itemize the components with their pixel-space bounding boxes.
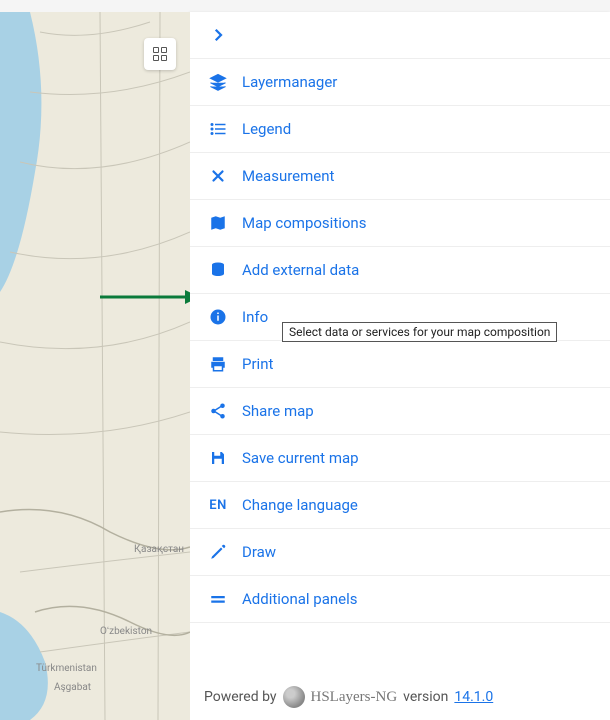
- footer-powered-by: Powered by: [204, 689, 277, 705]
- map-area[interactable]: Қазақстан Oʻzbekiston Türkmenistan Aşgab…: [0, 12, 190, 720]
- share-icon: [206, 402, 230, 420]
- sidebar-item-label: Change language: [242, 496, 358, 514]
- app-container: Қазақстан Oʻzbekiston Türkmenistan Aşgab…: [0, 12, 610, 720]
- sidebar-item-share-map[interactable]: Share map: [190, 388, 610, 435]
- sidebar-item-label: Map compositions: [242, 214, 366, 232]
- grid-icon: [153, 47, 167, 61]
- info-icon: [206, 308, 230, 326]
- top-bar: [0, 0, 610, 12]
- sidebar-item-additional-panels[interactable]: Additional panels: [190, 576, 610, 623]
- sidebar-item-map-compositions[interactable]: Map compositions: [190, 200, 610, 247]
- map-icon: [206, 214, 230, 232]
- sidebar-collapse[interactable]: [190, 12, 610, 59]
- sidebar-item-layermanager[interactable]: Layermanager: [190, 59, 610, 106]
- tooltip-add-external-data: Select data or services for your map com…: [282, 322, 557, 342]
- sidebar-item-label: Print: [242, 355, 273, 373]
- sidebar-item-legend[interactable]: Legend: [190, 106, 610, 153]
- map-label-ashgabat: Aşgabat: [54, 682, 91, 693]
- sidebar-item-print[interactable]: Print: [190, 341, 610, 388]
- sidebar-item-label: Save current map: [242, 449, 359, 467]
- save-icon: [206, 449, 230, 467]
- footer-logo-icon: [283, 686, 305, 708]
- map-label-kazakhstan: Қазақстан: [134, 544, 184, 555]
- sidebar-item-label: Measurement: [242, 167, 334, 185]
- close-x-icon: [206, 167, 230, 185]
- map-label-turkmenistan: Türkmenistan: [36, 663, 97, 674]
- layers-icon: [206, 73, 230, 91]
- sidebar: Layermanager Legend Measurement Map comp…: [190, 12, 610, 720]
- sidebar-item-label: Layermanager: [242, 73, 337, 91]
- footer-version-label: version: [403, 689, 448, 705]
- pencil-icon: [206, 543, 230, 561]
- sidebar-item-label: Legend: [242, 120, 291, 138]
- sidebar-item-save-map[interactable]: Save current map: [190, 435, 610, 482]
- map-svg: [0, 12, 190, 720]
- sidebar-item-label: Add external data: [242, 261, 359, 279]
- sidebar-item-label: Draw: [242, 543, 276, 561]
- footer: Powered by HSLayers-NG version 14.1.0: [190, 674, 610, 720]
- print-icon: [206, 355, 230, 373]
- menu-icon: [206, 590, 230, 608]
- widgets-button[interactable]: [144, 38, 176, 70]
- sidebar-item-measurement[interactable]: Measurement: [190, 153, 610, 200]
- database-icon: [206, 261, 230, 279]
- map-label-uzbekistan: Oʻzbekiston: [100, 626, 152, 637]
- sidebar-item-draw[interactable]: Draw: [190, 529, 610, 576]
- chevron-right-icon: [206, 26, 230, 44]
- sidebar-item-change-language[interactable]: EN Change language: [190, 482, 610, 529]
- language-en-icon: EN: [206, 498, 230, 513]
- list-icon: [206, 120, 230, 138]
- footer-brand: HSLayers-NG: [311, 689, 398, 706]
- sidebar-item-label: Additional panels: [242, 590, 357, 608]
- sidebar-item-label: Share map: [242, 402, 314, 420]
- footer-version-link[interactable]: 14.1.0: [454, 689, 493, 705]
- sidebar-item-add-external-data[interactable]: Add external data: [190, 247, 610, 294]
- sidebar-item-label: Info: [242, 308, 268, 326]
